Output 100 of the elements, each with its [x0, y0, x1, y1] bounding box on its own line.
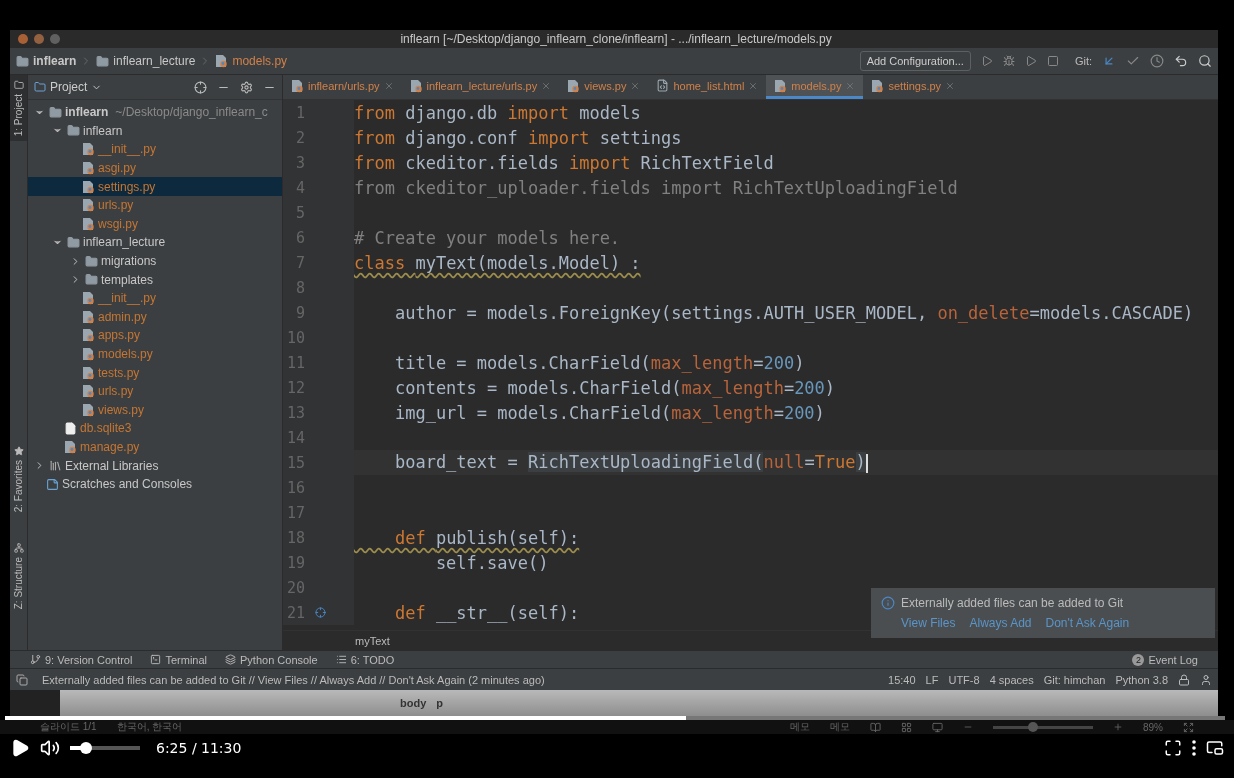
code-line: self.save(): [434, 552, 549, 573]
close-icon[interactable]: [748, 80, 759, 91]
event-log-button[interactable]: 2 Event Log: [1132, 653, 1198, 666]
tree-item[interactable]: urls.py: [28, 195, 282, 215]
debug-icon[interactable]: [1002, 55, 1015, 67]
tree-item[interactable]: inflearn: [28, 121, 282, 141]
video-time: 6:25 / 11:30: [156, 740, 242, 756]
status-item[interactable]: 15:40: [888, 673, 916, 686]
zoom-window-dot[interactable]: [50, 34, 60, 44]
tree-item[interactable]: views.py: [28, 400, 282, 420]
tree-item[interactable]: tests.py: [28, 363, 282, 382]
close-icon[interactable]: [630, 80, 641, 91]
editor-tab[interactable]: inflearn/urls.py: [283, 75, 402, 99]
python-file-icon: [215, 54, 229, 68]
undo-icon[interactable]: [1174, 54, 1188, 68]
run-icon[interactable]: [980, 55, 993, 67]
count-badge: 2: [1132, 653, 1145, 666]
tree-item[interactable]: models.py: [28, 344, 282, 364]
python-file-icon: [82, 365, 95, 380]
tree-item[interactable]: admin.py: [28, 307, 282, 327]
locate-icon[interactable]: [194, 80, 207, 94]
status-item[interactable]: LF: [925, 673, 939, 686]
code-line: from django.conf import settings: [354, 127, 682, 148]
python-file-icon: [82, 347, 95, 361]
tree-item[interactable]: inflearn_lecture: [28, 233, 282, 252]
status-item[interactable]: UTF-8: [948, 673, 980, 686]
zoom-in-icon: [1113, 722, 1123, 732]
tree-item[interactable]: __init__.py: [28, 140, 282, 159]
close-icon[interactable]: [945, 80, 956, 91]
commit-check-icon[interactable]: [1126, 54, 1140, 68]
tree-item[interactable]: Scratches and Consoles: [28, 474, 282, 494]
video-progress-bar[interactable]: [5, 716, 1225, 720]
fullscreen-button[interactable]: [1164, 739, 1182, 757]
status-item[interactable]: 4 spaces: [989, 673, 1034, 686]
status-item[interactable]: Python 3.8: [1115, 673, 1168, 686]
status-message: Externally added files can be added to Git // View Files // Always Add // Don't Ask Again (2 minutes ago): [42, 673, 545, 686]
lock-icon[interactable]: [1178, 673, 1190, 686]
nav-crumb[interactable]: models.py: [215, 54, 288, 68]
tool-window-button[interactable]: Python Console: [225, 653, 318, 666]
breadcrumb[interactable]: myText: [355, 634, 390, 647]
tool-window-tab[interactable]: Z: Structure: [10, 537, 27, 614]
tool-window-button[interactable]: Terminal: [150, 653, 207, 666]
slide-breadcrumb: body: [400, 697, 427, 709]
folder-icon: [96, 54, 110, 68]
tree-item[interactable]: manage.py: [28, 437, 282, 457]
project-view-dropdown[interactable]: Project: [34, 80, 103, 94]
volume-thumb[interactable]: [80, 742, 93, 754]
history-icon[interactable]: [1150, 54, 1164, 68]
settings-icon[interactable]: [240, 80, 253, 94]
tool-window-tab[interactable]: 2: Favorites: [10, 441, 27, 518]
stop-icon[interactable]: [1046, 55, 1059, 67]
branch-icon: [30, 654, 41, 665]
nav-crumb[interactable]: inflearn_lecture: [96, 54, 196, 68]
picture-in-picture-button[interactable]: [1206, 739, 1224, 757]
folder-icon: [67, 124, 80, 138]
minimize-window-dot[interactable]: [34, 34, 44, 44]
search-icon[interactable]: [1198, 54, 1212, 68]
editor-tab[interactable]: home_list.html: [648, 75, 767, 99]
add-configuration-button[interactable]: Add Configuration...: [859, 51, 971, 71]
info-icon: [881, 596, 895, 610]
tool-window-button[interactable]: 6: TODO: [335, 653, 395, 666]
tool-window-button[interactable]: 9: Version Control: [30, 653, 133, 666]
tree-item[interactable]: inflearn ~/Desktop/django_inflearn_c: [28, 103, 282, 122]
play-button[interactable]: [10, 738, 30, 758]
tree-item[interactable]: asgi.py: [28, 158, 282, 178]
tree-item[interactable]: urls.py: [28, 381, 282, 401]
python-file-icon: [82, 328, 95, 343]
more-button[interactable]: [1192, 740, 1196, 756]
close-window-dot[interactable]: [18, 34, 28, 44]
tool-window-tab[interactable]: 1: Project: [10, 75, 27, 142]
close-icon[interactable]: [541, 80, 552, 91]
tree-item[interactable]: templates: [28, 270, 282, 289]
volume-button[interactable]: [40, 738, 60, 758]
editor-tab[interactable]: settings.py: [863, 75, 964, 99]
editor-tab[interactable]: views.py: [559, 75, 649, 99]
tree-item[interactable]: wsgi.py: [28, 214, 282, 234]
code-line: from django.db import models: [354, 102, 641, 123]
tree-item[interactable]: External Libraries: [28, 456, 282, 475]
tree-item[interactable]: migrations: [28, 251, 282, 271]
tree-item[interactable]: __init__.py: [28, 288, 282, 308]
dark-panel: [10, 690, 60, 716]
picture-in-picture-icon: [1206, 739, 1224, 757]
editor-tab[interactable]: inflearn_lecture/urls.py: [401, 75, 560, 99]
slide-status-text: 슬라이드 1/1: [40, 720, 97, 734]
status-item[interactable]: Git: himchan: [1043, 673, 1106, 686]
reading-view-icon: [870, 721, 881, 733]
tree-item[interactable]: apps.py: [28, 326, 282, 345]
notification-message: Externally added files can be added to Git: [901, 596, 1124, 610]
volume-icon: [40, 738, 60, 758]
folder-icon: [67, 235, 80, 249]
python-file-icon: [64, 440, 77, 454]
slideshow-icon: [932, 721, 943, 733]
tree-item[interactable]: db.sqlite3: [28, 419, 282, 438]
close-icon[interactable]: [383, 80, 394, 91]
git-label: Git:: [1074, 55, 1092, 67]
code-line: contents = models.CharField(max_length=200): [393, 377, 836, 398]
tree-item[interactable]: settings.py: [28, 177, 282, 196]
nav-crumb[interactable]: inflearn: [16, 54, 77, 68]
python-file-icon: [774, 78, 788, 93]
code-line: def publish(self):: [393, 527, 580, 548]
